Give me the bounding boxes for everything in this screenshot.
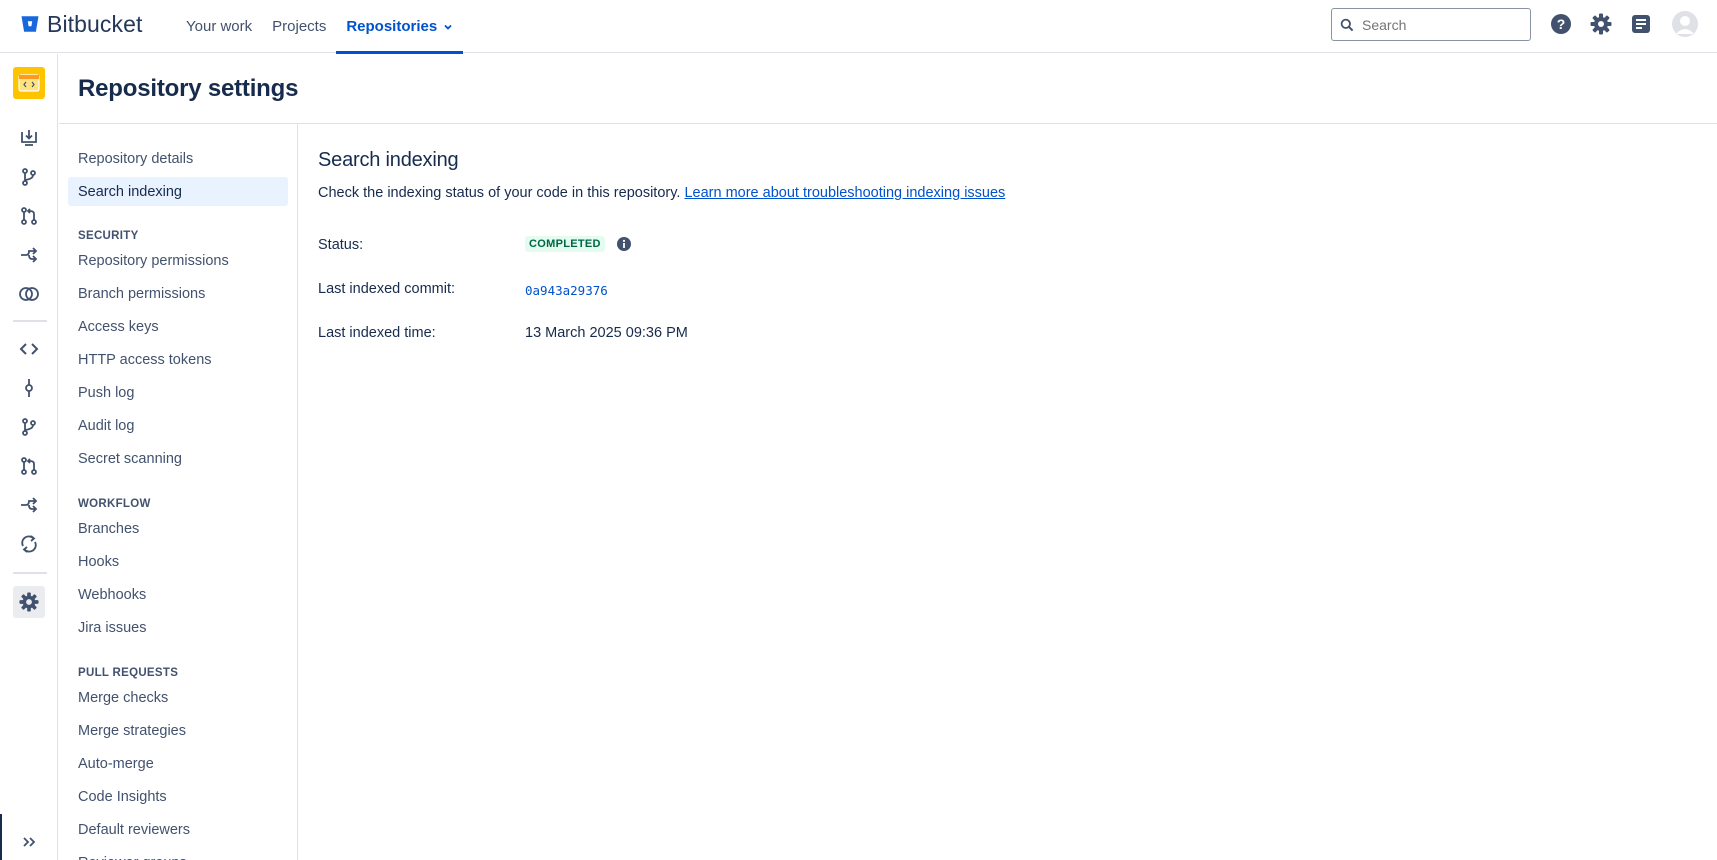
help-icon[interactable]: ? bbox=[1549, 12, 1573, 36]
settings-nav-repository-permissions[interactable]: Repository permissions bbox=[68, 246, 288, 275]
expand-sidebar-icon[interactable] bbox=[13, 830, 45, 854]
settings-nav-merge-strategies[interactable]: Merge strategies bbox=[68, 716, 288, 745]
settings-nav-search-indexing[interactable]: Search indexing bbox=[68, 177, 288, 206]
last-indexed-time-value: 13 March 2025 09:36 PM bbox=[525, 325, 688, 341]
settings-nav-http-access-tokens[interactable]: HTTP access tokens bbox=[68, 345, 288, 374]
settings-sidebar: Repository details Search indexing SECUR… bbox=[59, 124, 298, 860]
status-value: COMPLETED bbox=[525, 236, 631, 253]
settings-nav-access-keys[interactable]: Access keys bbox=[68, 312, 288, 341]
page-header: Repository settings bbox=[59, 54, 1717, 124]
repository-avatar[interactable] bbox=[13, 67, 45, 99]
repository-sidebar bbox=[0, 54, 58, 860]
settings-nav-merge-checks[interactable]: Merge checks bbox=[68, 683, 288, 712]
forks-icon[interactable] bbox=[13, 489, 45, 521]
settings-nav-reviewer-groups[interactable]: Reviewer groups bbox=[68, 848, 288, 860]
nav-your-work[interactable]: Your work bbox=[176, 0, 262, 53]
search-icon bbox=[1340, 18, 1354, 31]
page-title: Repository settings bbox=[78, 75, 299, 102]
primary-nav: Your work Projects Repositories bbox=[176, 0, 464, 54]
notes-icon[interactable] bbox=[1629, 12, 1653, 36]
svg-text:?: ? bbox=[1557, 16, 1566, 32]
sync-icon[interactable] bbox=[13, 528, 45, 560]
section-heading-pull-requests: PULL REQUESTS bbox=[78, 667, 179, 679]
search-field[interactable] bbox=[1331, 8, 1531, 41]
section-heading-workflow: WORKFLOW bbox=[78, 498, 151, 510]
settings-nav-hooks[interactable]: Hooks bbox=[68, 547, 288, 576]
bitbucket-logo[interactable]: Bitbucket bbox=[20, 10, 143, 37]
settings-gear-icon[interactable] bbox=[1589, 12, 1613, 36]
user-avatar[interactable] bbox=[1672, 11, 1698, 37]
top-navigation: Bitbucket Your work Projects Repositorie… bbox=[0, 0, 1717, 54]
settings-nav-auto-merge[interactable]: Auto-merge bbox=[68, 749, 288, 778]
info-icon[interactable] bbox=[616, 237, 631, 252]
branches-icon[interactable] bbox=[13, 411, 45, 443]
settings-nav-webhooks[interactable]: Webhooks bbox=[68, 580, 288, 609]
section-description: Check the indexing status of your code i… bbox=[318, 185, 1005, 201]
nav-projects[interactable]: Projects bbox=[262, 0, 336, 53]
clone-icon[interactable] bbox=[13, 122, 45, 154]
last-indexed-time-label: Last indexed time: bbox=[318, 325, 436, 341]
commit-hash-link[interactable]: 0a943a29376 bbox=[525, 283, 608, 298]
section-heading-security: SECURITY bbox=[78, 230, 139, 242]
settings-nav-default-reviewers[interactable]: Default reviewers bbox=[68, 815, 288, 844]
compare-icon[interactable] bbox=[13, 278, 45, 310]
nav-repositories[interactable]: Repositories bbox=[336, 0, 464, 54]
rail-divider bbox=[13, 572, 47, 574]
source-code-icon[interactable] bbox=[13, 333, 45, 365]
last-indexed-commit-value: 0a943a29376 bbox=[525, 283, 608, 299]
description-text: Check the indexing status of your code i… bbox=[318, 185, 681, 201]
nav-repositories-label: Repositories bbox=[346, 18, 438, 35]
troubleshooting-link[interactable]: Learn more about troubleshooting indexin… bbox=[684, 185, 1005, 201]
status-label: Status: bbox=[318, 237, 364, 253]
code-repo-icon bbox=[18, 74, 40, 92]
settings-nav-jira-issues[interactable]: Jira issues bbox=[68, 613, 288, 642]
commits-icon[interactable] bbox=[13, 372, 45, 404]
settings-nav-repository-details[interactable]: Repository details bbox=[68, 144, 288, 173]
create-branch-icon[interactable] bbox=[13, 161, 45, 193]
settings-nav-code-insights[interactable]: Code Insights bbox=[68, 782, 288, 811]
settings-nav-push-log[interactable]: Push log bbox=[68, 378, 288, 407]
chevron-down-icon bbox=[444, 24, 452, 30]
fork-icon[interactable] bbox=[13, 239, 45, 271]
brand-name: Bitbucket bbox=[47, 10, 143, 37]
bitbucket-logo-icon bbox=[21, 16, 39, 32]
settings-nav-audit-log[interactable]: Audit log bbox=[68, 411, 288, 440]
last-indexed-commit-label: Last indexed commit: bbox=[318, 281, 456, 297]
repository-settings-icon[interactable] bbox=[13, 586, 45, 618]
settings-nav-branch-permissions[interactable]: Branch permissions bbox=[68, 279, 288, 308]
create-pull-request-icon[interactable] bbox=[13, 200, 45, 232]
search-input[interactable] bbox=[1362, 16, 1522, 33]
pull-requests-icon[interactable] bbox=[13, 450, 45, 482]
window-edge bbox=[0, 814, 2, 860]
rail-divider bbox=[13, 320, 47, 322]
settings-nav-secret-scanning[interactable]: Secret scanning bbox=[68, 444, 288, 473]
settings-nav-branches[interactable]: Branches bbox=[68, 514, 288, 543]
status-badge: COMPLETED bbox=[525, 236, 605, 253]
section-title: Search indexing bbox=[318, 149, 459, 171]
